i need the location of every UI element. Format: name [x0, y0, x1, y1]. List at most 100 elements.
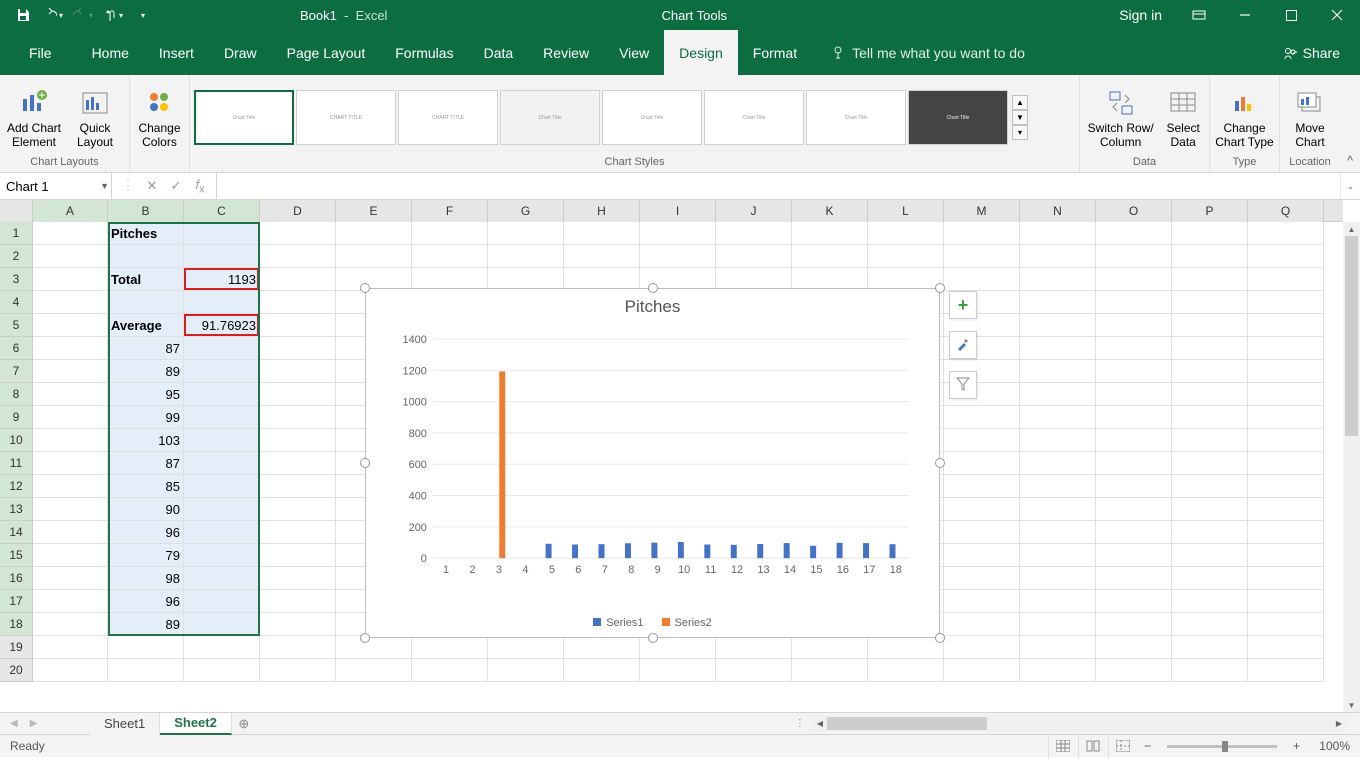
cell-M16[interactable]	[944, 567, 1020, 590]
cell-C9[interactable]	[184, 406, 260, 429]
cell-A10[interactable]	[33, 429, 108, 452]
chart-object[interactable]: + Pitches 020040060080010001200140012345…	[365, 288, 940, 638]
cell-L20[interactable]	[868, 659, 944, 682]
tab-file[interactable]: File	[14, 30, 67, 75]
tell-me-input[interactable]: Tell me what you want to do	[812, 45, 1025, 61]
chart-elements-button[interactable]: +	[949, 291, 977, 319]
column-header-C[interactable]: C	[184, 200, 260, 222]
row-header-13[interactable]: 13	[0, 498, 33, 521]
style-scroll-down-icon[interactable]: ▼	[1012, 110, 1028, 125]
cell-P2[interactable]	[1172, 245, 1248, 268]
cell-C4[interactable]	[184, 291, 260, 314]
cell-G19[interactable]	[488, 636, 564, 659]
cell-J19[interactable]	[716, 636, 792, 659]
cell-N14[interactable]	[1020, 521, 1096, 544]
row-header-7[interactable]: 7	[0, 360, 33, 383]
share-button[interactable]: Share	[1283, 45, 1340, 61]
cell-A8[interactable]	[33, 383, 108, 406]
cell-O10[interactable]	[1096, 429, 1172, 452]
zoom-out-button[interactable]: −	[1138, 739, 1157, 753]
cell-N2[interactable]	[1020, 245, 1096, 268]
cell-O7[interactable]	[1096, 360, 1172, 383]
insert-function-icon[interactable]: fx	[188, 177, 212, 196]
cell-O11[interactable]	[1096, 452, 1172, 475]
tab-insert[interactable]: Insert	[144, 30, 209, 75]
add-chart-element-button[interactable]: Add Chart Element	[4, 87, 64, 149]
cell-O5[interactable]	[1096, 314, 1172, 337]
cell-B5[interactable]: Average	[108, 314, 184, 337]
zoom-slider-knob[interactable]	[1222, 741, 1228, 752]
cell-O19[interactable]	[1096, 636, 1172, 659]
cell-Q4[interactable]	[1248, 291, 1324, 314]
formula-input[interactable]	[217, 173, 1340, 199]
cell-O17[interactable]	[1096, 590, 1172, 613]
cell-Q17[interactable]	[1248, 590, 1324, 613]
cell-M2[interactable]	[944, 245, 1020, 268]
cell-M12[interactable]	[944, 475, 1020, 498]
cell-B12[interactable]: 85	[108, 475, 184, 498]
cell-N18[interactable]	[1020, 613, 1096, 636]
cell-P8[interactable]	[1172, 383, 1248, 406]
row-header-11[interactable]: 11	[0, 452, 33, 475]
cell-D4[interactable]	[260, 291, 336, 314]
spreadsheet-grid[interactable]: ABCDEFGHIJKLMNOPQ 1234567891011121314151…	[0, 200, 1360, 712]
cell-B7[interactable]: 89	[108, 360, 184, 383]
cell-L1[interactable]	[868, 222, 944, 245]
cell-D3[interactable]	[260, 268, 336, 291]
cell-M20[interactable]	[944, 659, 1020, 682]
cell-A18[interactable]	[33, 613, 108, 636]
scrollbar-thumb[interactable]	[827, 717, 987, 730]
switch-row-column-button[interactable]: Switch Row/ Column	[1084, 87, 1157, 149]
cell-O1[interactable]	[1096, 222, 1172, 245]
resize-handle[interactable]	[648, 633, 658, 643]
chart-style-8[interactable]: Chart Title	[908, 90, 1008, 145]
sheet-nav-next-icon[interactable]: ▶	[30, 718, 38, 729]
cell-D11[interactable]	[260, 452, 336, 475]
column-header-L[interactable]: L	[868, 200, 944, 222]
sheet-tab-sheet2[interactable]: Sheet2	[160, 713, 232, 735]
cell-B11[interactable]: 87	[108, 452, 184, 475]
row-header-1[interactable]: 1	[0, 222, 33, 245]
cell-Q20[interactable]	[1248, 659, 1324, 682]
cell-P17[interactable]	[1172, 590, 1248, 613]
cell-P18[interactable]	[1172, 613, 1248, 636]
cell-A15[interactable]	[33, 544, 108, 567]
cell-M19[interactable]	[944, 636, 1020, 659]
cell-C18[interactable]	[184, 613, 260, 636]
cell-H19[interactable]	[564, 636, 640, 659]
cell-G2[interactable]	[488, 245, 564, 268]
chart-style-3[interactable]: CHART TITLE	[398, 90, 498, 145]
cell-E2[interactable]	[336, 245, 412, 268]
cell-B13[interactable]: 90	[108, 498, 184, 521]
cell-O16[interactable]	[1096, 567, 1172, 590]
cell-N7[interactable]	[1020, 360, 1096, 383]
column-header-M[interactable]: M	[944, 200, 1020, 222]
cell-Q3[interactable]	[1248, 268, 1324, 291]
resize-handle[interactable]	[935, 633, 945, 643]
cell-B3[interactable]: Total	[108, 268, 184, 291]
cell-D8[interactable]	[260, 383, 336, 406]
cell-B17[interactable]: 96	[108, 590, 184, 613]
cell-O14[interactable]	[1096, 521, 1172, 544]
cell-D7[interactable]	[260, 360, 336, 383]
cell-Q2[interactable]	[1248, 245, 1324, 268]
cell-E19[interactable]	[336, 636, 412, 659]
row-header-20[interactable]: 20	[0, 659, 33, 682]
select-all-corner[interactable]	[0, 200, 33, 222]
cell-C16[interactable]	[184, 567, 260, 590]
cell-K1[interactable]	[792, 222, 868, 245]
maximize-icon[interactable]	[1268, 0, 1314, 30]
cell-P6[interactable]	[1172, 337, 1248, 360]
cell-D20[interactable]	[260, 659, 336, 682]
cell-A2[interactable]	[33, 245, 108, 268]
row-header-2[interactable]: 2	[0, 245, 33, 268]
cell-B16[interactable]: 98	[108, 567, 184, 590]
chart-legend[interactable]: Series1 Series2	[366, 617, 939, 629]
cell-I20[interactable]	[640, 659, 716, 682]
cell-M17[interactable]	[944, 590, 1020, 613]
cell-I1[interactable]	[640, 222, 716, 245]
sheet-nav-prev-icon[interactable]: ◀	[10, 718, 18, 729]
quick-layout-button[interactable]: Quick Layout	[68, 87, 122, 149]
change-chart-type-button[interactable]: Change Chart Type	[1214, 87, 1275, 149]
cell-D14[interactable]	[260, 521, 336, 544]
